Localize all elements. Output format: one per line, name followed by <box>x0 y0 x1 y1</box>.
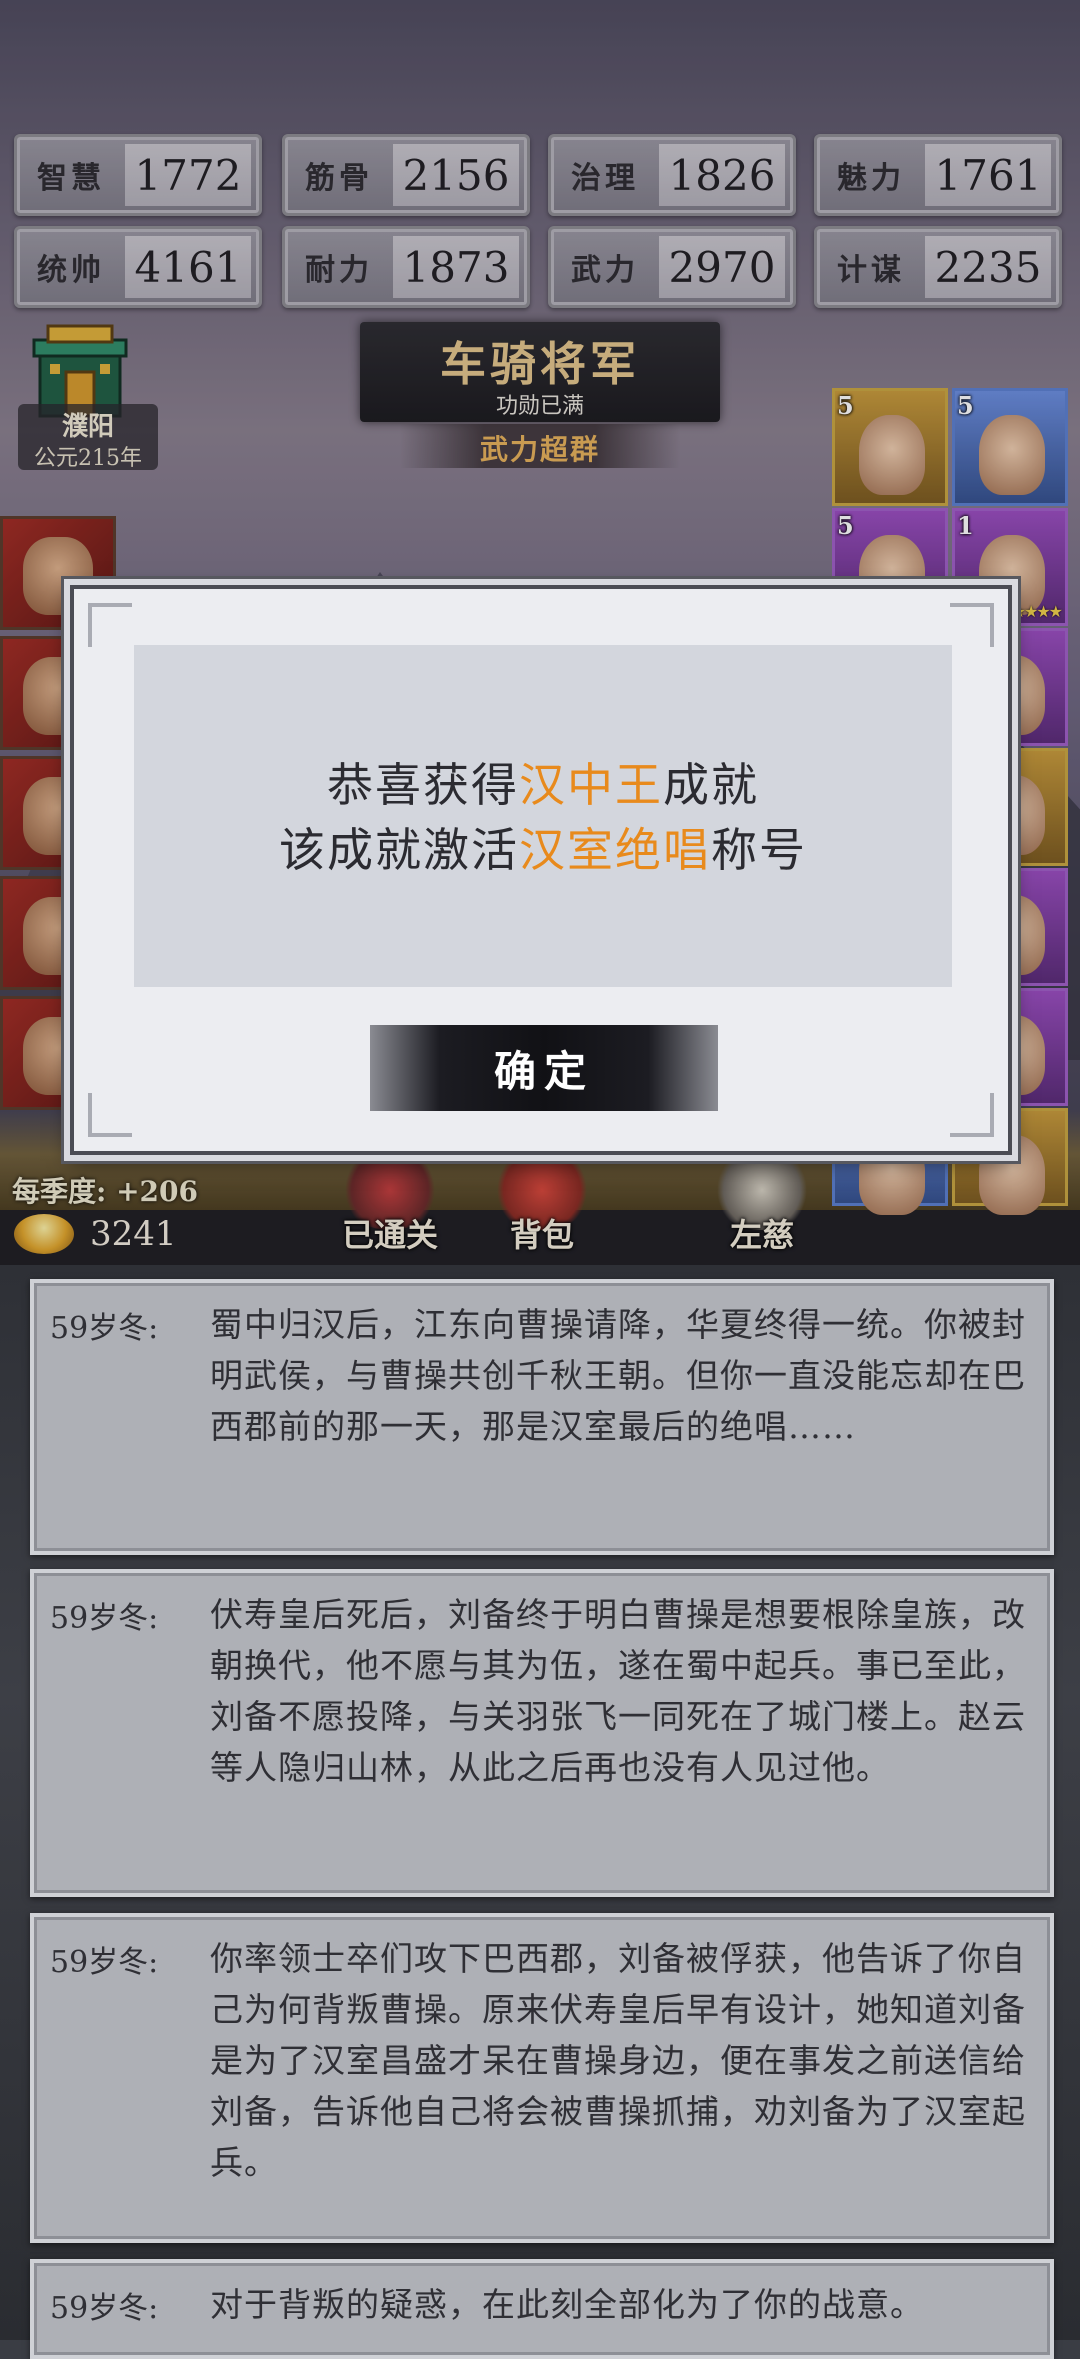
event-text: 对于背叛的疑惑，在此刻全部化为了你的战意。 <box>210 2285 924 2324</box>
message-prefix: 恭喜获得 <box>327 758 519 812</box>
message-suffix: 成就 <box>663 758 759 812</box>
title-name: 汉室绝唱 <box>519 823 711 877</box>
frame-corner <box>950 603 994 647</box>
frame-corner <box>88 1093 132 1137</box>
message-suffix: 称号 <box>711 823 807 877</box>
confirm-label: 确定 <box>493 1046 594 1096</box>
event-age: 59岁冬: <box>50 1601 159 1636</box>
confirm-button[interactable]: 确定 <box>370 1025 718 1111</box>
event-card: 59岁冬: 你率领士卒们攻下巴西郡，刘备被俘获，他告诉了你自己为何背叛曹操。原来… <box>30 1913 1054 2243</box>
achievement-dialog: 恭喜获得汉中王成就 该成就激活汉室绝唱称号 确定 <box>70 585 1012 1155</box>
event-text: 伏寿皇后死后，刘备终于明白曹操是想要根除皇族，改朝换代，他不愿与其为伍，遂在蜀中… <box>210 1595 1026 1787</box>
event-card: 59岁冬: 蜀中归汉后，江东向曹操请降，华夏终得一统。你被封明武侯，与曹操共创千… <box>30 1279 1054 1555</box>
title-message: 该成就激活汉室绝唱称号 <box>134 814 952 880</box>
event-age: 59岁冬: <box>50 1311 159 1346</box>
event-age: 59岁冬: <box>50 1945 159 1980</box>
event-card: 59岁冬: 伏寿皇后死后，刘备终于明白曹操是想要根除皇族，改朝换代，他不愿与其为… <box>30 1569 1054 1897</box>
event-text: 蜀中归汉后，江东向曹操请降，华夏终得一统。你被封明武侯，与曹操共创千秋王朝。但你… <box>210 1305 1026 1446</box>
message-prefix: 该成就激活 <box>279 823 519 877</box>
event-card: 59岁冬: 对于背叛的疑惑，在此刻全部化为了你的战意。 <box>30 2259 1054 2359</box>
event-text: 你率领士卒们攻下巴西郡，刘备被俘获，他告诉了你自己为何背叛曹操。原来伏寿皇后早有… <box>210 1939 1026 2182</box>
frame-corner <box>950 1093 994 1137</box>
frame-corner <box>88 603 132 647</box>
achievement-name: 汉中王 <box>519 758 663 812</box>
event-log[interactable]: 59岁冬: 蜀中归汉后，江东向曹操请降，华夏终得一统。你被封明武侯，与曹操共创千… <box>0 1265 1080 2359</box>
achievement-message: 恭喜获得汉中王成就 <box>134 749 952 815</box>
event-age: 59岁冬: <box>50 2291 159 2326</box>
